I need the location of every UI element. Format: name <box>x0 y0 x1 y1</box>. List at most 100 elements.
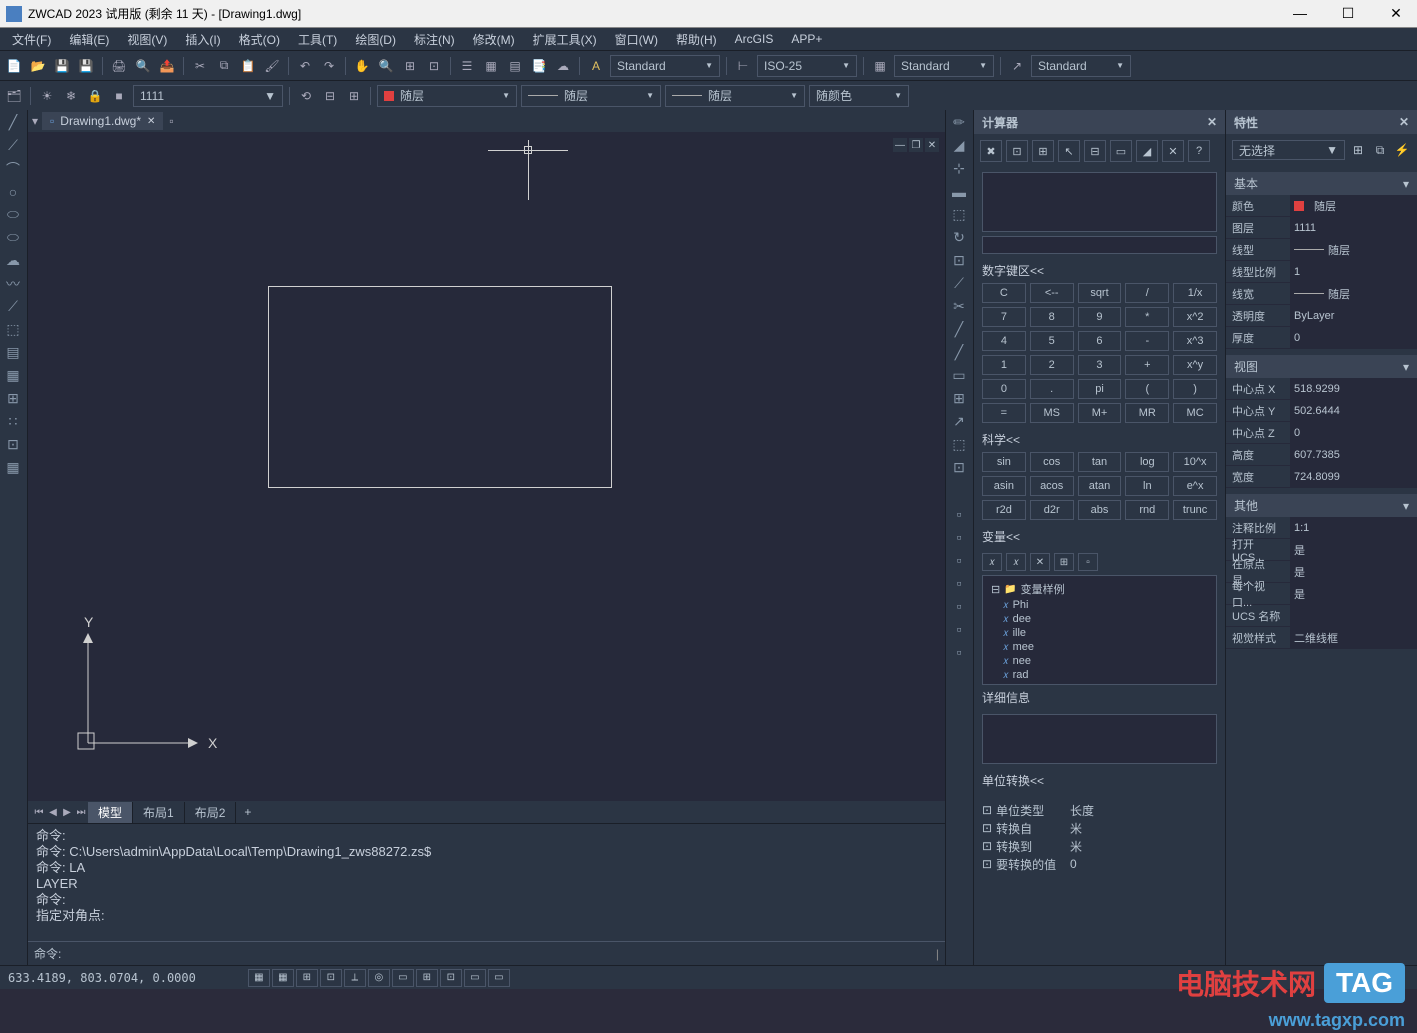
layer-dropdown[interactable]: 1111▼ <box>133 85 283 107</box>
toolpalette-icon[interactable]: ▤ <box>505 56 525 76</box>
color-dropdown[interactable]: 随层▼ <box>377 85 517 107</box>
prop-value[interactable]: 607.7385 <box>1290 444 1417 465</box>
draw-tool-icon[interactable]: ○ <box>2 181 24 202</box>
add-layout-icon[interactable]: + <box>236 803 259 821</box>
quickselect-icon[interactable]: ⧉ <box>1371 141 1389 159</box>
unit-header[interactable]: 单位转换<< <box>982 772 1217 789</box>
selection-dropdown[interactable]: 无选择▼ <box>1232 140 1345 160</box>
calc-key[interactable]: 3 <box>1078 355 1122 375</box>
draw-tool-icon[interactable]: ⬭ <box>2 204 24 225</box>
prop-value[interactable]: 0 <box>1290 422 1417 443</box>
modify-tool-icon[interactable]: ↗ <box>948 411 970 432</box>
undo-icon[interactable]: ↶ <box>295 56 315 76</box>
modify-tool-icon[interactable]: ↻ <box>948 227 970 248</box>
status-toggle[interactable]: ▭ <box>488 969 510 987</box>
calc-sci-key[interactable]: ln <box>1125 476 1169 496</box>
status-toggle[interactable]: ⊞ <box>296 969 318 987</box>
modify-tool-icon[interactable]: ⬚ <box>948 204 970 225</box>
draw-tool-icon[interactable]: ▦ <box>2 365 24 386</box>
calc-key[interactable]: 4 <box>982 331 1026 351</box>
draw-tool-icon[interactable]: ⟋ <box>2 296 24 317</box>
calc-key[interactable]: 8 <box>1030 307 1074 327</box>
menu-item[interactable]: APP+ <box>783 30 830 48</box>
modify-tool-icon[interactable]: ✂ <box>948 296 970 317</box>
prop-value[interactable]: 1 <box>1290 261 1417 282</box>
modify-tool-icon[interactable]: ⬚ <box>948 434 970 455</box>
calc-key[interactable]: 6 <box>1078 331 1122 351</box>
menu-item[interactable]: 窗口(W) <box>607 29 666 50</box>
calc-key[interactable]: MS <box>1030 403 1074 423</box>
save-icon[interactable]: 💾 <box>52 56 72 76</box>
calc-tool-icon[interactable]: ⊟ <box>1084 140 1106 162</box>
doc-restore-icon[interactable]: ❐ <box>909 138 923 152</box>
menu-item[interactable]: 格式(O) <box>231 29 288 50</box>
cloud-icon[interactable]: ☁ <box>553 56 573 76</box>
draw-tool-icon[interactable]: ⊞ <box>2 388 24 409</box>
layer-prop-icon[interactable]: 🗂 <box>4 86 24 106</box>
calc-key[interactable]: = <box>982 403 1026 423</box>
menu-item[interactable]: 帮助(H) <box>668 29 725 50</box>
calc-key[interactable]: 2 <box>1030 355 1074 375</box>
doc-minimize-icon[interactable]: — <box>893 138 907 152</box>
calc-sci-key[interactable]: acos <box>1030 476 1074 496</box>
var-tool-icon[interactable]: 𝑥 <box>1006 553 1026 571</box>
document-tab[interactable]: ▫ Drawing1.dwg* ✕ <box>42 112 163 130</box>
calc-key[interactable]: + <box>1125 355 1169 375</box>
status-toggle[interactable]: ▦ <box>272 969 294 987</box>
calc-sci-key[interactable]: e^x <box>1173 476 1217 496</box>
drawing-canvas[interactable]: — ❐ ✕ XY <box>28 132 945 801</box>
zoomwin-icon[interactable]: ⊞ <box>400 56 420 76</box>
prop-value[interactable]: 724.8099 <box>1290 466 1417 487</box>
status-toggle[interactable]: ⊡ <box>440 969 462 987</box>
calc-key[interactable]: MR <box>1125 403 1169 423</box>
calc-key[interactable]: * <box>1125 307 1169 327</box>
menu-item[interactable]: 绘图(D) <box>347 29 404 50</box>
status-toggle[interactable]: ▦ <box>248 969 270 987</box>
zoom-icon[interactable]: 🔍 <box>376 56 396 76</box>
calc-key[interactable]: 1/x <box>1173 283 1217 303</box>
calc-key[interactable]: M+ <box>1078 403 1122 423</box>
prop-value[interactable]: 1:1 <box>1290 517 1417 538</box>
dimstyle-dropdown[interactable]: ISO-25▼ <box>757 55 857 77</box>
publish-icon[interactable]: 📤 <box>157 56 177 76</box>
mleaderstyle-dropdown[interactable]: Standard▼ <box>1031 55 1131 77</box>
modify-tool-icon[interactable]: ▬ <box>948 181 970 202</box>
calc-sci-key[interactable]: abs <box>1078 500 1122 520</box>
modify-tool-icon[interactable]: ⊹ <box>948 158 970 179</box>
modify-tool-icon[interactable]: ◢ <box>948 135 970 156</box>
modify-tool-icon[interactable]: ⊡ <box>948 250 970 271</box>
menu-item[interactable]: ArcGIS <box>727 30 782 48</box>
calc-key[interactable]: . <box>1030 379 1074 399</box>
modify-tool-icon[interactable]: ✏ <box>948 112 970 133</box>
sci-header[interactable]: 科学<< <box>982 431 1217 448</box>
calc-sci-key[interactable]: asin <box>982 476 1026 496</box>
calc-key[interactable]: ( <box>1125 379 1169 399</box>
calc-key[interactable]: 0 <box>982 379 1026 399</box>
maximize-button[interactable]: ☐ <box>1333 5 1363 22</box>
modify-tool-icon[interactable]: ▫ <box>948 572 970 593</box>
draw-tool-icon[interactable]: 〰 <box>2 273 24 294</box>
minimize-button[interactable]: — <box>1285 5 1315 22</box>
prop-value[interactable]: 随层 <box>1290 239 1417 260</box>
modify-tool-icon[interactable]: ▫ <box>948 526 970 547</box>
calc-sci-key[interactable]: trunc <box>1173 500 1217 520</box>
layer-lock-icon[interactable]: 🔒 <box>85 86 105 106</box>
menu-item[interactable]: 工具(T) <box>290 29 345 50</box>
zoomext-icon[interactable]: ⊡ <box>424 56 444 76</box>
pan-icon[interactable]: ✋ <box>352 56 372 76</box>
layer-color-icon[interactable]: ■ <box>109 86 129 106</box>
var-tool-icon[interactable]: ▫ <box>1078 553 1098 571</box>
tab-close-icon[interactable]: ✕ <box>147 116 155 127</box>
menu-item[interactable]: 修改(M) <box>465 29 523 50</box>
menu-item[interactable]: 标注(N) <box>406 29 463 50</box>
layer-match-icon[interactable]: ⊞ <box>344 86 364 106</box>
prop-section-header[interactable]: 其他▾ <box>1226 494 1417 517</box>
prop-value[interactable]: 二维线框 <box>1290 627 1417 648</box>
doc-close-icon[interactable]: ✕ <box>925 138 939 152</box>
draw-tool-icon[interactable]: ▤ <box>2 342 24 363</box>
tablestyle-dropdown[interactable]: Standard▼ <box>894 55 994 77</box>
calc-key[interactable]: sqrt <box>1078 283 1122 303</box>
prop-value[interactable]: 502.6444 <box>1290 400 1417 421</box>
prop-value[interactable]: 是 <box>1290 539 1417 560</box>
layer-prev-icon[interactable]: ⟲ <box>296 86 316 106</box>
